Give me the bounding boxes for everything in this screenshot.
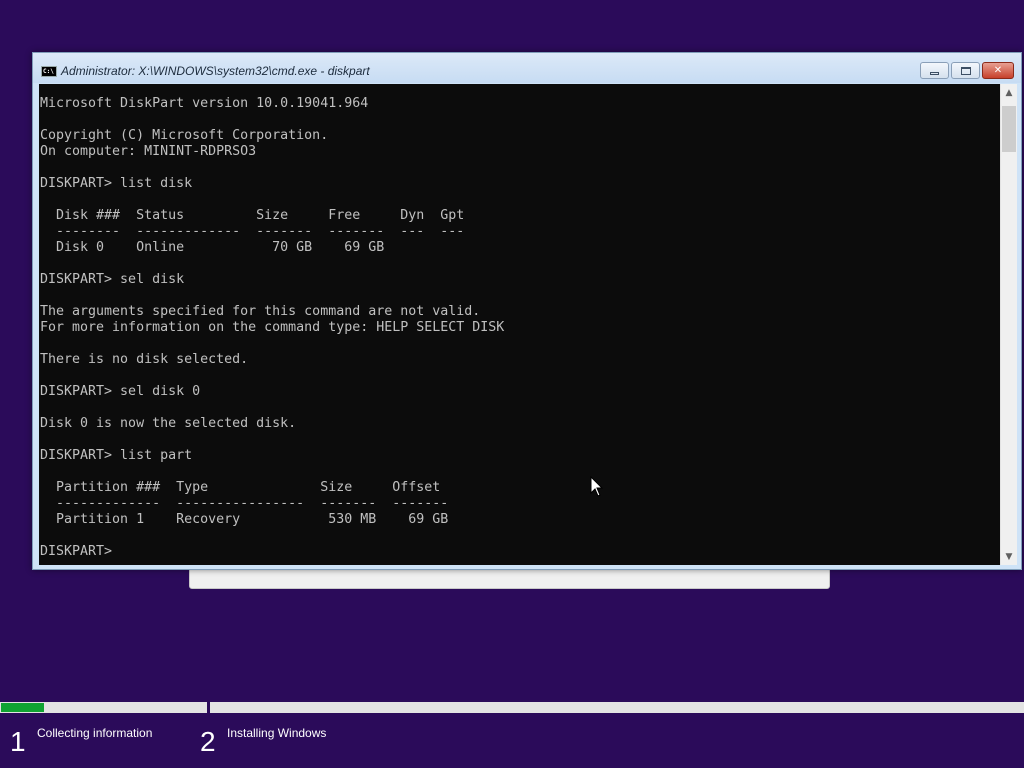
console-line: Partition ### Type Size Offset xyxy=(40,480,441,495)
console-line: Microsoft DiskPart version 10.0.19041.96… xyxy=(40,96,369,111)
title-bar[interactable]: C:\ Administrator: X:\WINDOWS\system32\c… xyxy=(33,53,1021,83)
console-line: On computer: MININT-RDPRSO3 xyxy=(40,144,257,159)
cmd-window[interactable]: C:\ Administrator: X:\WINDOWS\system32\c… xyxy=(32,52,1022,570)
minimize-button[interactable] xyxy=(920,62,949,79)
progress-fill xyxy=(1,703,44,712)
window-controls: ✕ xyxy=(920,62,1014,80)
console-output[interactable]: Microsoft DiskPart version 10.0.19041.96… xyxy=(39,84,1000,565)
console-line: Partition 1 Recovery 530 MB 69 GB xyxy=(40,512,449,527)
step-label: Installing Windows xyxy=(227,726,327,740)
console-line: DISKPART> list disk xyxy=(40,176,193,191)
console-line: Copyright (C) Microsoft Corporation. xyxy=(40,128,329,143)
window-title: Administrator: X:\WINDOWS\system32\cmd.e… xyxy=(61,64,370,78)
console-text: Microsoft DiskPart version 10.0.19041.96… xyxy=(39,84,1000,560)
console-line: DISKPART> sel disk 0 xyxy=(40,384,201,399)
minimize-icon xyxy=(930,71,939,75)
step-number: 2 xyxy=(200,726,216,757)
mouse-pointer-icon xyxy=(590,476,604,497)
console-line: DISKPART> sel disk xyxy=(40,272,185,287)
setup-progress-bar xyxy=(0,702,1024,713)
console-line: Disk ### Status Size Free Dyn Gpt xyxy=(40,208,465,223)
console-line: ------------- ---------------- ------- -… xyxy=(40,496,449,511)
console-line: -------- ------------- ------- ------- -… xyxy=(40,224,465,239)
step-label: Collecting information xyxy=(37,726,153,740)
console-line: For more information on the command type… xyxy=(40,320,505,335)
maximize-icon xyxy=(960,66,971,75)
progress-segment-step1 xyxy=(0,702,207,713)
console-line: Disk 0 is now the selected disk. xyxy=(40,416,297,431)
vertical-scrollbar[interactable]: ▲ ▼ xyxy=(1000,84,1017,565)
console-line: The arguments specified for this command… xyxy=(40,304,481,319)
cmd-icon: C:\ xyxy=(41,66,57,77)
console-line: DISKPART> xyxy=(40,544,121,559)
scroll-down-arrow-icon[interactable]: ▼ xyxy=(1001,548,1017,565)
console-line: DISKPART> list part xyxy=(40,448,193,463)
scroll-up-arrow-icon[interactable]: ▲ xyxy=(1001,84,1017,101)
scrollbar-thumb[interactable] xyxy=(1002,106,1016,152)
console-line: Disk 0 Online 70 GB 69 GB xyxy=(40,240,385,255)
close-button[interactable]: ✕ xyxy=(982,62,1014,79)
console-line: There is no disk selected. xyxy=(40,352,249,367)
maximize-button[interactable] xyxy=(951,62,980,79)
progress-segment-step2 xyxy=(210,702,1024,713)
close-icon: ✕ xyxy=(993,65,1003,76)
step-number: 1 xyxy=(10,726,26,757)
